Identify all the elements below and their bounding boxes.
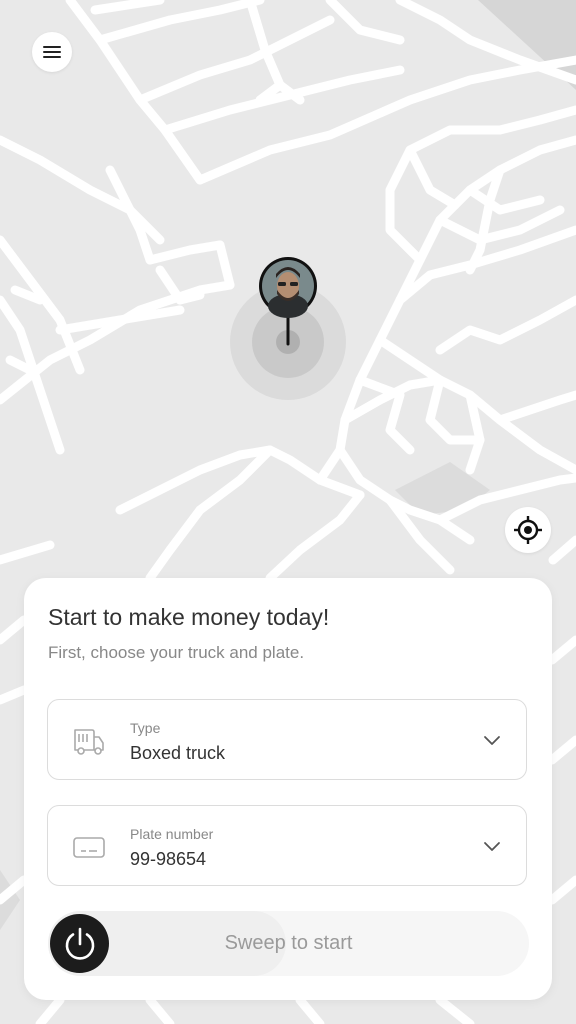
crosshair-icon: [514, 516, 542, 544]
plate-number-value: 99-98654: [130, 849, 207, 869]
sweep-to-start-slider[interactable]: Sweep to start: [48, 911, 529, 976]
sweep-handle[interactable]: [50, 914, 109, 973]
truck-type-label: Type: [130, 720, 161, 736]
card-subtitle: First, choose your truck and plate.: [48, 643, 305, 662]
menu-button[interactable]: [32, 32, 72, 72]
sweep-label: Sweep to start: [224, 932, 353, 954]
truck-type-select[interactable]: Type Boxed truck: [47, 699, 527, 780]
locate-me-button[interactable]: [505, 507, 551, 553]
hamburger-icon: [43, 46, 61, 58]
chevron-down-icon: [484, 736, 500, 745]
chevron-down-icon: [484, 842, 500, 851]
start-shift-card: Start to make money today! First, choose…: [24, 578, 552, 1000]
card-title: Start to make money today!: [48, 604, 330, 630]
location-pin: [230, 257, 346, 400]
license-plate-icon: [73, 837, 105, 858]
truck-icon: [74, 729, 104, 755]
power-icon: [65, 927, 94, 960]
plate-number-select[interactable]: Plate number 99-98654: [47, 805, 527, 886]
plate-number-label: Plate number: [130, 826, 214, 842]
truck-type-value: Boxed truck: [130, 743, 226, 763]
